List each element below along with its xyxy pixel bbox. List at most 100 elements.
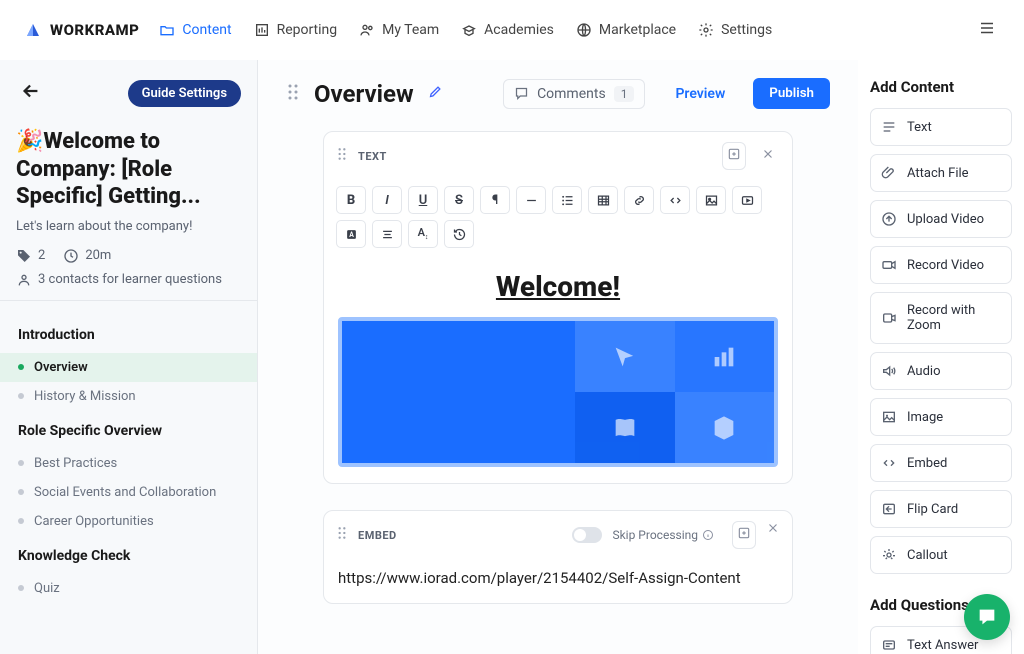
gear-icon: [698, 22, 714, 38]
add-item-embed[interactable]: Embed: [870, 444, 1012, 482]
comments-count: 1: [614, 86, 635, 102]
bullet-list-button[interactable]: [552, 186, 582, 214]
comments-button[interactable]: Comments 1: [503, 79, 645, 109]
link-button[interactable]: [624, 186, 654, 214]
brand-logo[interactable]: WORKRAMP: [24, 21, 139, 39]
back-button[interactable]: [16, 76, 46, 110]
page-title: Overview: [314, 80, 414, 108]
menu-button[interactable]: [974, 15, 1000, 45]
drag-handle[interactable]: [286, 83, 300, 105]
font-size-button[interactable]: A↕: [408, 220, 438, 248]
close-block-button[interactable]: [766, 521, 780, 549]
add-item-upload-video[interactable]: Upload Video: [870, 200, 1012, 238]
text-color-button[interactable]: A: [336, 220, 366, 248]
chat-icon: [976, 606, 998, 628]
drag-icon: [336, 147, 348, 161]
underline-button[interactable]: U: [408, 186, 438, 214]
team-icon: [359, 22, 375, 38]
bold-button[interactable]: B: [336, 186, 366, 214]
image-icon: [881, 409, 897, 425]
nav-reporting[interactable]: Reporting: [254, 22, 338, 38]
nav-content[interactable]: Content: [159, 22, 231, 38]
add-block-button[interactable]: [722, 142, 746, 170]
section-heading: Knowledge Check: [0, 536, 257, 574]
embed-url-field[interactable]: https://www.iorad.com/player/2154402/Sel…: [324, 559, 792, 603]
image-button[interactable]: [696, 186, 726, 214]
welcome-heading: Welcome!: [338, 270, 778, 303]
edit-title-button[interactable]: [428, 84, 443, 103]
add-item-label: Callout: [907, 548, 948, 563]
contacts-row[interactable]: 3 contacts for learner questions: [16, 272, 241, 288]
add-item-label: Image: [907, 410, 943, 425]
add-item-flip-card[interactable]: Flip Card: [870, 490, 1012, 528]
status-dot: [18, 518, 24, 524]
align-button[interactable]: [372, 220, 402, 248]
section-item[interactable]: Best Practices: [0, 449, 257, 478]
zoom-icon: [881, 310, 897, 326]
add-content-heading: Add Content: [870, 78, 1012, 96]
add-item-attach-file[interactable]: Attach File: [870, 154, 1012, 192]
add-item-record-video[interactable]: Record Video: [870, 246, 1012, 284]
section-item-label: Quiz: [34, 581, 60, 596]
text-icon: [881, 119, 897, 135]
book-icon: [611, 414, 639, 442]
section-item[interactable]: Quiz: [0, 574, 257, 603]
section-item-label: Overview: [34, 360, 88, 375]
embed-icon: [881, 455, 897, 471]
comments-label: Comments: [537, 86, 606, 102]
section-item[interactable]: Social Events and Collaboration: [0, 478, 257, 507]
history-button[interactable]: [444, 220, 474, 248]
section-item[interactable]: Overview: [0, 353, 257, 382]
info-icon[interactable]: [702, 529, 714, 541]
add-block-button[interactable]: [732, 521, 756, 549]
italic-button[interactable]: I: [372, 186, 402, 214]
guide-subtitle: Let's learn about the company!: [16, 219, 241, 234]
publish-button[interactable]: Publish: [753, 78, 830, 109]
add-item-audio[interactable]: Audio: [870, 352, 1012, 390]
add-item-label: Embed: [907, 456, 947, 471]
add-item-record-with-zoom[interactable]: Record with Zoom: [870, 292, 1012, 344]
cube-icon: [710, 414, 738, 442]
table-button[interactable]: [588, 186, 618, 214]
nav-myteam[interactable]: My Team: [359, 22, 439, 38]
add-item-callout[interactable]: Callout: [870, 536, 1012, 574]
section-item[interactable]: Career Opportunities: [0, 507, 257, 536]
attach-icon: [881, 165, 897, 181]
skip-processing-toggle[interactable]: [572, 527, 602, 543]
guide-settings-button[interactable]: Guide Settings: [128, 80, 241, 107]
nav-content-label: Content: [182, 22, 231, 38]
add-item-image[interactable]: Image: [870, 398, 1012, 436]
chat-widget-button[interactable]: [964, 594, 1010, 640]
nav-academies[interactable]: Academies: [461, 22, 554, 38]
guide-outline: IntroductionOverviewHistory & MissionRol…: [0, 300, 257, 623]
brand-text: WORKRAMP: [50, 21, 139, 39]
add-item-label: Flip Card: [907, 502, 958, 517]
nav-academies-label: Academies: [484, 22, 554, 38]
nav-settings-label: Settings: [721, 22, 772, 38]
top-nav: WORKRAMP Content Reporting My Team Acade…: [0, 0, 1024, 60]
close-block-button[interactable]: [756, 142, 780, 170]
guide-title: 🎉Welcome to Company: [Role Specific] Get…: [16, 128, 241, 211]
add-item-text[interactable]: Text: [870, 108, 1012, 146]
status-dot: [18, 393, 24, 399]
block-type-label: TEXT: [358, 150, 712, 163]
left-sidebar: Guide Settings 🎉Welcome to Company: [Rol…: [0, 60, 258, 654]
duration-value: 20m: [85, 248, 111, 263]
text-content-body[interactable]: Welcome!: [324, 258, 792, 483]
tag-icon: [16, 248, 32, 264]
nav-settings[interactable]: Settings: [698, 22, 772, 38]
marketplace-icon: [576, 22, 592, 38]
record-video-icon: [881, 257, 897, 273]
reporting-icon: [254, 22, 270, 38]
code-button[interactable]: [660, 186, 690, 214]
block-drag-handle[interactable]: [336, 526, 348, 544]
paragraph-button[interactable]: ¶: [480, 186, 510, 214]
nav-marketplace[interactable]: Marketplace: [576, 22, 676, 38]
preview-button[interactable]: Preview: [675, 86, 725, 102]
video-button[interactable]: [732, 186, 762, 214]
plus-box-icon: [727, 147, 741, 161]
block-drag-handle[interactable]: [336, 147, 348, 165]
divider-button[interactable]: [516, 186, 546, 214]
strikethrough-button[interactable]: S: [444, 186, 474, 214]
section-item[interactable]: History & Mission: [0, 382, 257, 411]
